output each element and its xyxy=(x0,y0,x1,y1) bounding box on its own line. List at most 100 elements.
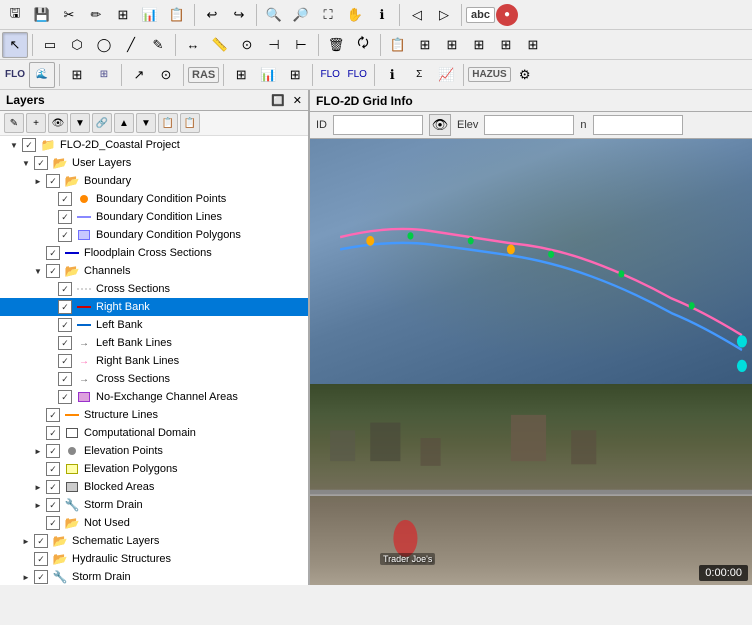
tb-split[interactable]: ⊣ xyxy=(261,32,287,58)
layer-user-layers[interactable]: 📂 User Layers xyxy=(0,154,308,172)
layer-cross-sections-1[interactable]: Cross Sections xyxy=(0,280,308,298)
layer-structure-lines[interactable]: Structure Lines xyxy=(0,406,308,424)
layer-root[interactable]: 📁 FLO-2D_Coastal Project xyxy=(0,136,308,154)
tb-move[interactable]: ↔ xyxy=(180,32,206,58)
tb3-calc[interactable]: Σ xyxy=(406,62,432,88)
tb-zoom-out[interactable]: 🔎 xyxy=(288,2,314,28)
check-rbl[interactable] xyxy=(58,354,72,368)
check-ne[interactable] xyxy=(58,390,72,404)
tb3-settings[interactable]: ⚙ xyxy=(512,62,538,88)
layer-no-exchange[interactable]: No-Exchange Channel Areas xyxy=(0,388,308,406)
tb-redo[interactable]: ↪ xyxy=(226,2,252,28)
layer-channels[interactable]: 📂 Channels xyxy=(0,262,308,280)
tb-final[interactable]: ● xyxy=(496,4,518,26)
layer-elev-polygons[interactable]: Elevation Polygons xyxy=(0,460,308,478)
check-bc-polygons[interactable] xyxy=(58,228,72,242)
elev-input[interactable] xyxy=(484,115,574,135)
check-sd1[interactable] xyxy=(46,498,60,512)
tb-more5[interactable]: ⊞ xyxy=(520,32,546,58)
tb-circle[interactable]: ◯ xyxy=(91,32,117,58)
layer-up-btn[interactable]: ▲ xyxy=(114,113,134,133)
check-sl[interactable] xyxy=(46,408,60,422)
layer-right-bank[interactable]: Right Bank xyxy=(0,298,308,316)
check-boundary[interactable] xyxy=(46,174,60,188)
check-hs[interactable] xyxy=(34,552,48,566)
layer-floodplain[interactable]: Floodplain Cross Sections xyxy=(0,244,308,262)
tb-back[interactable]: ◁ xyxy=(404,2,430,28)
layer-bc-lines[interactable]: Boundary Condition Lines xyxy=(0,208,308,226)
n-input[interactable] xyxy=(593,115,683,135)
tb-copy[interactable]: 📋 xyxy=(164,2,190,28)
tb3-grid4[interactable]: ⊞ xyxy=(282,62,308,88)
check-user-layers[interactable] xyxy=(34,156,48,170)
tb3-chart2[interactable]: 📈 xyxy=(433,62,459,88)
layer-down-btn[interactable]: ▼ xyxy=(136,113,156,133)
exp-ba[interactable] xyxy=(32,481,44,493)
tb-table[interactable]: 📊 xyxy=(137,2,163,28)
expand-boundary[interactable] xyxy=(32,175,44,187)
tb-measure[interactable]: 📏 xyxy=(207,32,233,58)
layer-left-bank-lines[interactable]: → Left Bank Lines xyxy=(0,334,308,352)
check-cs1[interactable] xyxy=(58,282,72,296)
check-left-bank[interactable] xyxy=(58,318,72,332)
layer-blocked-areas[interactable]: Blocked Areas xyxy=(0,478,308,496)
layer-cross-sections-2[interactable]: → Cross Sections xyxy=(0,370,308,388)
layer-bc-polygons[interactable]: Boundary Condition Polygons xyxy=(0,226,308,244)
eye-button[interactable]: 👁 xyxy=(429,114,451,136)
exp-sd1[interactable] xyxy=(32,499,44,511)
tb3-1[interactable]: FLO xyxy=(2,62,28,88)
tb-delete[interactable]: 🗑 xyxy=(323,32,349,58)
check-bc-points[interactable] xyxy=(58,192,72,206)
tb-freehand[interactable]: ✎ xyxy=(145,32,171,58)
tb-zoom-in[interactable]: 🔍 xyxy=(261,2,287,28)
tb-more3[interactable]: ⊞ xyxy=(466,32,492,58)
tb3-flo2[interactable]: FLO xyxy=(344,62,370,88)
id-input[interactable] xyxy=(333,115,423,135)
check-root[interactable] xyxy=(22,138,36,152)
tb-more4[interactable]: ⊞ xyxy=(493,32,519,58)
tb-node[interactable]: ⊙ xyxy=(234,32,260,58)
layer-storm-drain-2[interactable]: 🔧 Storm Drain xyxy=(0,568,308,585)
tb-select[interactable]: ↖ xyxy=(2,32,28,58)
tb3-grid[interactable]: ⊞ xyxy=(64,62,90,88)
tb-merge[interactable]: ⊢ xyxy=(288,32,314,58)
check-floodplain[interactable] xyxy=(46,246,60,260)
check-channels[interactable] xyxy=(46,264,60,278)
tb-rect[interactable]: ▭ xyxy=(37,32,63,58)
layer-paste-btn[interactable]: 📋 xyxy=(180,113,200,133)
tb-more1[interactable]: ⊞ xyxy=(412,32,438,58)
check-lbl[interactable] xyxy=(58,336,72,350)
layer-schematic[interactable]: 📂 Schematic Layers xyxy=(0,532,308,550)
tb3-arrow[interactable]: ↗ xyxy=(126,62,152,88)
tb-more2[interactable]: ⊞ xyxy=(439,32,465,58)
check-nu[interactable] xyxy=(46,516,60,530)
check-right-bank[interactable] xyxy=(58,300,72,314)
layer-comp-domain[interactable]: Computational Domain xyxy=(0,424,308,442)
exp-sd2[interactable] xyxy=(20,571,32,583)
check-cs2[interactable] xyxy=(58,372,72,386)
tb-edit[interactable]: ✏ xyxy=(83,2,109,28)
tb3-chart[interactable]: 📊 xyxy=(255,62,281,88)
layer-hydraulic[interactable]: 📂 Hydraulic Structures xyxy=(0,550,308,568)
check-bc-lines[interactable] xyxy=(58,210,72,224)
tb-poly[interactable]: ⬡ xyxy=(64,32,90,58)
tb-save[interactable]: 💾 xyxy=(29,2,55,28)
tb3-grid2[interactable]: ⊞ xyxy=(91,62,117,88)
layer-left-bank[interactable]: Left Bank xyxy=(0,316,308,334)
layers-minimize[interactable]: 🔲 xyxy=(271,94,285,107)
tb3-grid3[interactable]: ⊞ xyxy=(228,62,254,88)
tb-line[interactable]: ╱ xyxy=(118,32,144,58)
tb-zoom-extent[interactable]: ⛶ xyxy=(315,2,341,28)
expand-root[interactable] xyxy=(8,139,20,151)
layer-edit-btn[interactable]: ✎ xyxy=(4,113,24,133)
layer-elev-points[interactable]: Elevation Points xyxy=(0,442,308,460)
layer-link-btn[interactable]: 🔗 xyxy=(92,113,112,133)
layer-add-btn[interactable]: + xyxy=(26,113,46,133)
layer-bc-points[interactable]: Boundary Condition Points xyxy=(0,190,308,208)
tb3-circle[interactable]: ⊙ xyxy=(153,62,179,88)
layer-visibility-btn[interactable]: 👁 xyxy=(48,113,68,133)
layer-right-bank-lines[interactable]: → Right Bank Lines xyxy=(0,352,308,370)
tb-cut[interactable]: ✂ xyxy=(56,2,82,28)
layer-filter-btn[interactable]: ▼ xyxy=(70,113,90,133)
check-sd2[interactable] xyxy=(34,570,48,584)
